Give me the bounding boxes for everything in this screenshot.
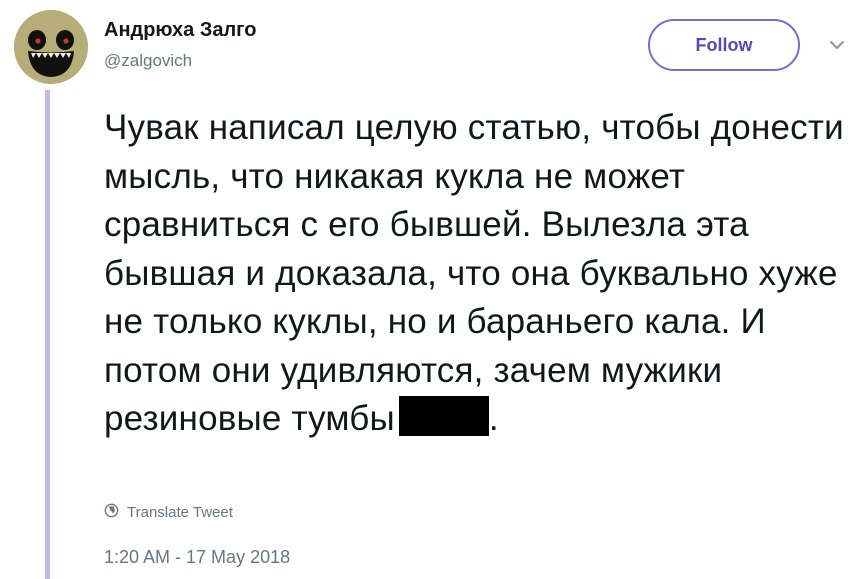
thread-line	[45, 90, 50, 579]
redaction-box	[398, 396, 489, 436]
grinning-face-avatar-icon	[14, 10, 88, 84]
avatar[interactable]	[14, 10, 88, 84]
translate-label: Translate Tweet	[127, 504, 233, 521]
display-name[interactable]: Андрюха Залго	[104, 19, 256, 42]
tweet-text: Чувак написал целую статью, чтобы донест…	[104, 104, 844, 444]
globe-icon	[104, 503, 119, 522]
chevron-down-icon[interactable]	[827, 35, 847, 55]
follow-button[interactable]: Follow	[648, 19, 800, 71]
tweet-trailing: .	[488, 399, 499, 438]
tweet-body: Чувак написал целую статью, чтобы донест…	[104, 108, 844, 438]
tweet-timestamp[interactable]: 1:20 AM - 17 May 2018	[104, 547, 290, 568]
user-handle[interactable]: @zalgovich	[104, 51, 192, 71]
translate-tweet-link[interactable]: Translate Tweet	[104, 503, 233, 522]
